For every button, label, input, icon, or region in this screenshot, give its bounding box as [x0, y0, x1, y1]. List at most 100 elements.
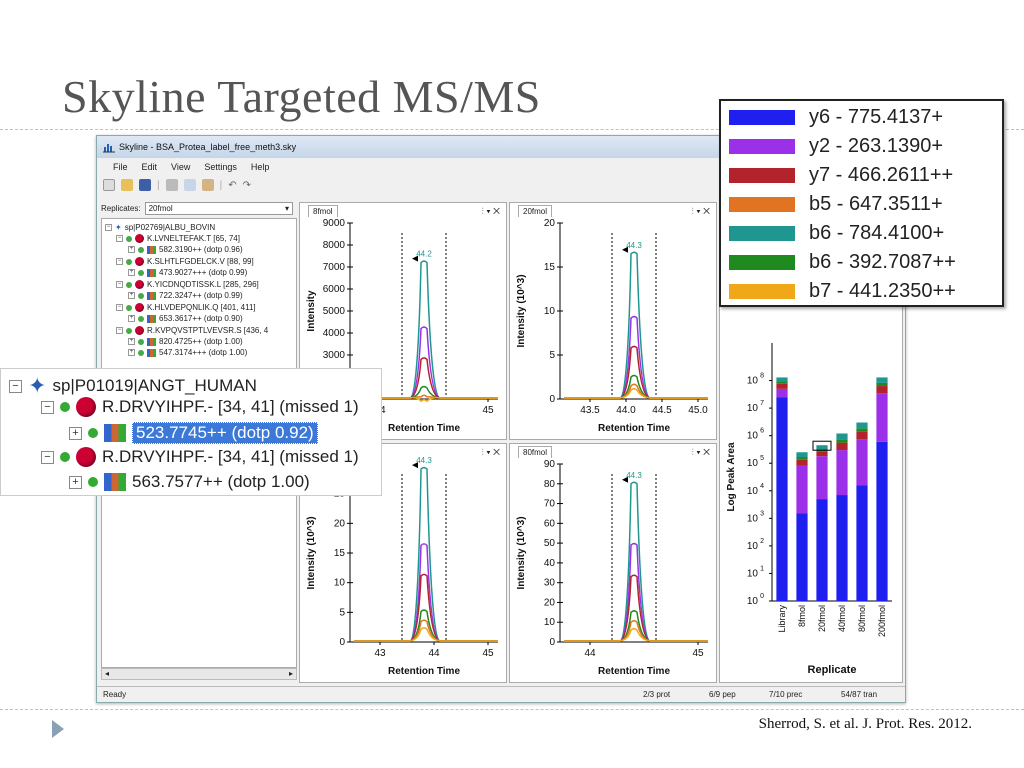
- peak-marker-icon: [412, 255, 418, 262]
- x-tick-label: 44.0: [616, 405, 636, 416]
- peak-rt-label: 44.3: [626, 471, 642, 480]
- open-folder-icon[interactable]: [121, 179, 133, 191]
- y-tick-label: 10: [747, 458, 759, 469]
- expand-icon[interactable]: +: [128, 315, 135, 322]
- peptide-icon: [135, 234, 144, 243]
- zoom-peptide-label: R.DRVYIHPF.- [34, 41] (missed 1): [102, 397, 359, 416]
- tree-precursor[interactable]: +653.3617++ (dotp 0.90): [128, 313, 243, 324]
- precursor-label: 473.9027+++ (dotp 0.99): [159, 268, 248, 277]
- menu-settings[interactable]: Settings: [204, 162, 237, 172]
- skyline-logo-icon: [103, 144, 115, 153]
- tree-precursor[interactable]: +582.3190++ (dotp 0.96): [128, 244, 243, 255]
- collapse-icon[interactable]: −: [116, 304, 123, 311]
- zoom-precursor-label-selected[interactable]: 523.7745++ (dotp 0.92): [132, 422, 318, 444]
- bar-segment-y7: [816, 451, 828, 457]
- x-tick-label: 45: [482, 648, 494, 659]
- y-tick-label: 50: [544, 538, 556, 549]
- new-file-icon[interactable]: [103, 179, 115, 191]
- y-tick-label: 0: [339, 637, 345, 648]
- bar-segment-y6: [816, 499, 828, 601]
- y-tick-label: 20: [334, 518, 346, 529]
- collapse-icon[interactable]: −: [41, 450, 54, 464]
- tree-horizontal-scrollbar[interactable]: ◂ ▸: [101, 668, 297, 680]
- y-tick-exponent: 1: [760, 565, 764, 572]
- peptide-label: K.LVNELTEFAK.T [65, 74]: [147, 234, 240, 243]
- scroll-left-icon[interactable]: ◂: [105, 669, 109, 678]
- precursor-label: 653.3617++ (dotp 0.90): [159, 314, 243, 323]
- undo-icon[interactable]: ↶: [228, 180, 236, 191]
- replicates-dropdown[interactable]: 20fmol ▾: [144, 202, 293, 215]
- y-tick-exponent: 0: [760, 593, 764, 600]
- zoom-peptide-row[interactable]: − R.DRVYIHPF.- [34, 41] (missed 1): [41, 397, 359, 417]
- expand-icon[interactable]: +: [69, 426, 82, 440]
- peptide-icon: [135, 280, 144, 289]
- y-tick-label: 10: [747, 486, 759, 497]
- legend-entry: y6 - 775.4137+: [729, 105, 943, 129]
- cut-icon[interactable]: [165, 179, 178, 191]
- peptide-icon: [135, 326, 144, 335]
- redo-icon[interactable]: ↷: [243, 180, 251, 191]
- zoom-precursor-row[interactable]: + 523.7745++ (dotp 0.92): [69, 422, 318, 444]
- zoomed-tree-overlay: − ✦ sp|P01019|ANGT_HUMAN − R.DRVYIHPF.- …: [0, 368, 382, 496]
- tree-precursor[interactable]: +473.9027+++ (dotp 0.99): [128, 267, 247, 278]
- menu-view[interactable]: View: [171, 162, 190, 172]
- zoom-peptide-label: R.DRVYIHPF.- [34, 41] (missed 1): [102, 447, 359, 466]
- x-axis-label: Retention Time: [598, 423, 670, 434]
- expand-icon[interactable]: +: [128, 269, 135, 276]
- expand-icon[interactable]: +: [128, 349, 135, 356]
- y-tick-label: 0: [549, 394, 555, 405]
- save-icon[interactable]: [139, 179, 151, 191]
- tree-peptide[interactable]: − K.HLVDEPQNLIK.Q [401, 411]: [116, 302, 256, 313]
- chromatogram-trace: [564, 374, 708, 399]
- y-tick-label: 9000: [323, 218, 346, 229]
- y-tick-label: 10: [544, 617, 556, 628]
- zoom-precursor-row[interactable]: + 563.7577++ (dotp 1.00): [69, 472, 310, 492]
- scroll-right-icon[interactable]: ▸: [289, 669, 293, 678]
- zoom-protein-row[interactable]: − ✦ sp|P01019|ANGT_HUMAN: [9, 373, 257, 399]
- legend-swatch: [729, 167, 795, 183]
- status-dot-icon: [126, 281, 132, 288]
- peak-marker-icon: [412, 462, 418, 469]
- collapse-icon[interactable]: −: [105, 224, 112, 231]
- tree-precursor[interactable]: +722.3247++ (dotp 0.99): [128, 290, 243, 301]
- bar-segment-b6: [776, 381, 788, 384]
- y-tick-label: 80: [544, 479, 556, 490]
- tree-peptide[interactable]: − K.SLHTLFGDELCK.V [88, 99]: [116, 256, 254, 267]
- precursor-icon: [147, 314, 156, 323]
- legend-label: b6 - 784.4100+: [809, 221, 945, 244]
- legend-label: b5 - 647.3511+: [809, 192, 943, 215]
- collapse-icon[interactable]: −: [41, 400, 54, 414]
- collapse-icon[interactable]: −: [116, 281, 123, 288]
- tree-peptide[interactable]: − K.YICDNQDTISSK.L [285, 296]: [116, 279, 259, 290]
- chromatogram-trace: [564, 542, 708, 642]
- collapse-icon[interactable]: −: [116, 235, 123, 242]
- x-tick-label: 44.5: [652, 405, 672, 416]
- status-dot-icon: [138, 315, 144, 322]
- expand-icon[interactable]: +: [128, 338, 135, 345]
- menu-file[interactable]: File: [113, 162, 128, 172]
- paste-icon[interactable]: [201, 179, 214, 191]
- collapse-icon[interactable]: −: [9, 379, 22, 393]
- menu-edit[interactable]: Edit: [142, 162, 158, 172]
- expand-icon[interactable]: +: [69, 475, 82, 489]
- expand-icon[interactable]: +: [128, 292, 135, 299]
- expand-icon[interactable]: +: [128, 246, 135, 253]
- tree-precursor[interactable]: +547.3174+++ (dotp 1.00): [128, 347, 247, 358]
- copy-icon[interactable]: [183, 179, 196, 191]
- collapse-icon[interactable]: −: [116, 327, 123, 334]
- status-dot-icon: [138, 269, 144, 276]
- zoom-peptide-row[interactable]: − R.DRVYIHPF.- [34, 41] (missed 1): [41, 447, 359, 467]
- precursor-label: 582.3190++ (dotp 0.96): [159, 245, 243, 254]
- collapse-icon[interactable]: −: [116, 258, 123, 265]
- menu-help[interactable]: Help: [251, 162, 270, 172]
- bar-segment-b6: [836, 439, 848, 443]
- tree-peptide[interactable]: − R.KVPQVSTPTLVEVSR.S [436, 4: [116, 325, 268, 336]
- legend-swatch: [729, 283, 795, 299]
- legend-entry: b5 - 647.3511+: [729, 192, 943, 216]
- bar-segment-y7: [856, 431, 868, 440]
- toolbar-separator: |: [157, 179, 160, 191]
- tree-peptide[interactable]: − K.LVNELTEFAK.T [65, 74]: [116, 233, 240, 244]
- tree-protein[interactable]: − ✦ sp|P02769|ALBU_BOVIN: [105, 222, 215, 233]
- y-tick-label: 8000: [323, 240, 346, 251]
- tree-precursor[interactable]: +820.4725++ (dotp 1.00): [128, 336, 243, 347]
